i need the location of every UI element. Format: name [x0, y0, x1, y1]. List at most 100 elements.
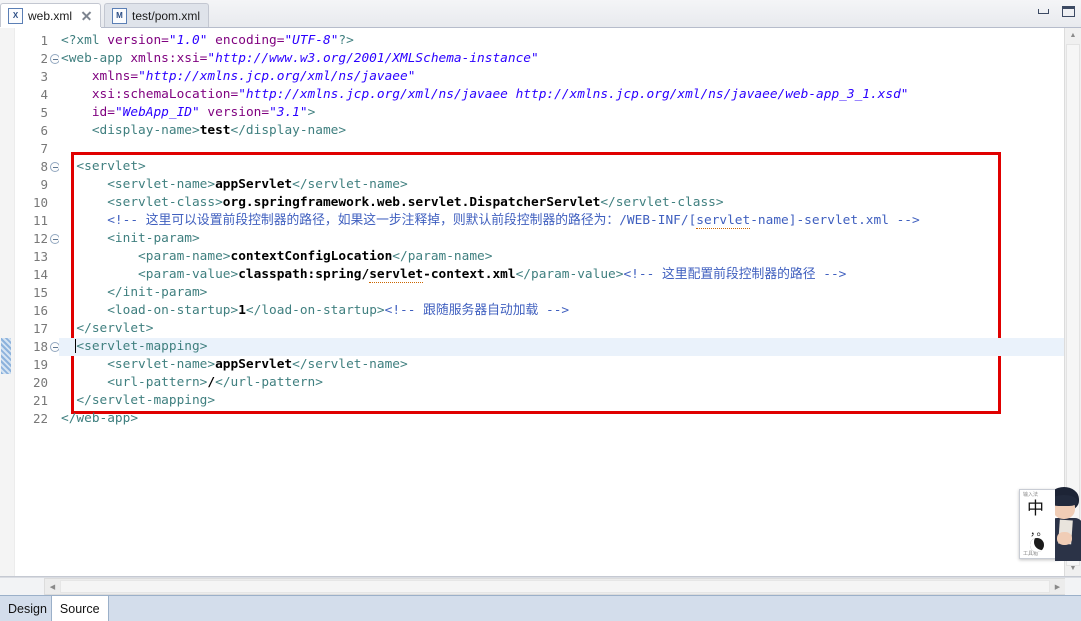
line-number: 6 [40, 123, 48, 138]
code-token: 1 [238, 303, 246, 318]
code-token: </url-pattern> [215, 375, 323, 390]
code-token: <servlet> [61, 159, 146, 174]
line-number: 17 [32, 321, 48, 336]
code-line[interactable]: </init-param> [59, 284, 1064, 302]
code-token: / [207, 375, 216, 390]
code-token: appServlet [215, 357, 293, 372]
code-token: <url-pattern> [61, 375, 208, 390]
code-token: id= [91, 105, 115, 120]
code-line[interactable]: <url-pattern>/</url-pattern> [59, 374, 1064, 392]
code-line[interactable]: <!-- 这里可以设置前段控制器的路径，如果这一步注释掉，则默认前段控制器的路径… [59, 212, 1064, 230]
code-token: xmlns= [91, 69, 139, 84]
code-line[interactable]: <param-name>contextConfigLocation</param… [59, 248, 1064, 266]
line-number: 18 [15, 338, 60, 356]
ime-moon-icon[interactable] [1030, 538, 1044, 552]
line-number: 22 [32, 411, 48, 426]
xml-file-icon: X [8, 7, 23, 24]
ime-panel[interactable]: 输入法 工具箱 中 ，。 [1019, 489, 1059, 559]
scroll-right-icon[interactable]: ▶ [1050, 579, 1065, 594]
editor-tab-bar: X web.xml M test/pom.xml [0, 0, 1081, 28]
tab-design[interactable]: Design [0, 596, 51, 621]
code-line[interactable]: <web-app xmlns:xsi="http://www.w3.org/20… [59, 50, 1064, 68]
ime-status-widget[interactable]: 输入法 工具箱 中 ，。 [1015, 485, 1081, 563]
line-number: 3 [40, 69, 48, 84]
maximize-button[interactable] [1060, 4, 1077, 19]
close-icon[interactable] [81, 10, 92, 21]
horizontal-scroll-thumb[interactable] [60, 580, 1050, 593]
code-token: "http://www.w3.org/2001/XMLSchema-instan… [207, 51, 539, 66]
code-line[interactable]: </servlet-mapping> [59, 392, 1064, 410]
horizontal-scrollbar-row: ◀ ▶ [0, 577, 1081, 595]
tab-source[interactable]: Source [50, 596, 109, 621]
avatar-fringe [1055, 495, 1077, 506]
code-token: -name]-servlet.xml --> [750, 213, 920, 228]
code-token: servlet [696, 213, 751, 229]
code-line[interactable]: <servlet> [59, 158, 1064, 176]
code-line[interactable]: <load-on-startup>1</load-on-startup><!--… [59, 302, 1064, 320]
code-line[interactable]: <servlet-name>appServlet</servlet-name> [59, 356, 1064, 374]
code-token: version= [107, 33, 169, 48]
code-token: "http://xmlns.jcp.org/xml/ns/javaee" [138, 69, 416, 84]
code-token: version= [207, 105, 270, 120]
code-line[interactable]: <param-value>classpath:spring/servlet-co… [59, 266, 1064, 284]
maven-file-icon: M [112, 7, 128, 24]
code-token: </servlet> [61, 321, 154, 336]
code-line[interactable] [59, 140, 1064, 158]
eclipse-editor-window: X web.xml M test/pom.xml 1 2 3 4 5 6 7 8 9 10 11 12… [0, 0, 1081, 621]
scroll-down-icon[interactable]: ▼ [1065, 561, 1081, 576]
marker-bar[interactable] [0, 28, 15, 576]
ime-deco-top: 输入法 [1023, 492, 1039, 498]
code-line[interactable]: xsi:schemaLocation="http://xmlns.jcp.org… [59, 86, 1064, 104]
changed-line-marker [1, 338, 11, 374]
editor-tab-test-pom-xml[interactable]: M test/pom.xml [104, 3, 210, 27]
code-token: <!-- 这里配置前段控制器的路径 --> [623, 267, 847, 282]
code-token: </load-on-startup> [245, 303, 385, 318]
code-token: servlet [369, 267, 424, 283]
line-number: 14 [32, 267, 48, 282]
code-token: <!-- 这里可以设置前段控制器的路径，如果这一步注释掉，则默认前段控制器的路径… [61, 213, 697, 228]
line-number: 21 [32, 393, 48, 408]
line-number: 11 [32, 213, 48, 228]
code-line[interactable]: <servlet-class>org.springframework.web.s… [59, 194, 1064, 212]
code-line[interactable]: </servlet> [59, 320, 1064, 338]
code-token: <param-name> [61, 249, 231, 264]
ime-punctuation-icon[interactable]: ，。 [1030, 523, 1049, 539]
line-number: 10 [32, 195, 48, 210]
ime-chinese-mode-icon[interactable]: 中 [1027, 501, 1044, 518]
code-token: <?xml [61, 33, 108, 48]
code-line[interactable]: xmlns="http://xmlns.jcp.org/xml/ns/javae… [59, 68, 1064, 86]
code-token: "http://xmlns.jcp.org/xml/ns/javaee http… [238, 87, 909, 102]
avatar-hand [1057, 532, 1072, 545]
code-line[interactable]: <display-name>test</display-name> [59, 122, 1064, 140]
scroll-up-icon[interactable]: ▲ [1065, 28, 1081, 43]
code-line[interactable]: <servlet-name>appServlet</servlet-name> [59, 176, 1064, 194]
code-token: appServlet [215, 177, 293, 192]
code-token: </web-app> [61, 411, 139, 426]
code-token: <init-param> [61, 231, 200, 246]
code-token: </display-name> [230, 123, 347, 138]
scroll-left-icon[interactable]: ◀ [45, 579, 60, 594]
code-token: "3.1" [269, 105, 308, 120]
code-token: "WebApp_ID" [114, 105, 200, 120]
code-line[interactable]: </web-app> [59, 410, 1064, 428]
code-token: <web-app [61, 51, 131, 66]
editor-tab-web-xml[interactable]: X web.xml [0, 3, 102, 27]
code-line[interactable]: <init-param> [59, 230, 1064, 248]
editor-tab-label: test/pom.xml [132, 8, 201, 23]
code-token: classpath:spring/ [238, 267, 370, 282]
code-line[interactable]: id="WebApp_ID" version="3.1"> [59, 104, 1064, 122]
minimize-button[interactable] [1035, 4, 1052, 19]
scrollbar-corner [1065, 578, 1081, 595]
line-number-gutter: 1 2 3 4 5 6 7 8 9 10 11 12 13 14 15 16 17 18 19 20 21 22 [15, 28, 60, 576]
horizontal-scrollbar[interactable]: ◀ ▶ [44, 578, 1065, 595]
code-line[interactable]: <?xml version="1.0" encoding="UTF-8"?> [59, 32, 1064, 50]
code-line[interactable]: <servlet-mapping> [59, 338, 1064, 356]
maximize-icon [1062, 6, 1075, 17]
view-tabs-filler [109, 596, 1081, 621]
code-text-area[interactable]: <?xml version="1.0" encoding="UTF-8"?> <w… [59, 28, 1064, 576]
code-token: </servlet-name> [292, 177, 408, 192]
code-token: ?> [338, 33, 354, 48]
minimize-icon [1038, 9, 1049, 14]
